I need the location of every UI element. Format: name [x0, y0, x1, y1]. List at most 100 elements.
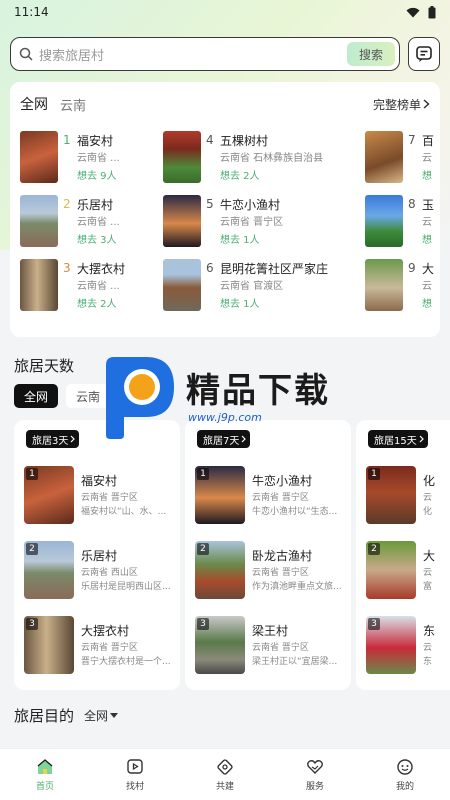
village-region: 云南省 晋宁区: [252, 643, 309, 653]
watermark-url: www.j9p.com: [188, 411, 262, 424]
village-region: 云: [422, 217, 432, 228]
search-input[interactable]: 搜索旅居村 搜索: [10, 37, 400, 71]
days-item[interactable]: 1 化 云 化: [366, 466, 450, 524]
rank-badge: 3: [197, 618, 209, 630]
village-name: 乐居村: [77, 198, 114, 212]
smiley-icon: [397, 758, 413, 775]
tab-home[interactable]: 首页: [15, 749, 75, 800]
want-count: 想去 9人: [77, 171, 117, 182]
days-section-title: 旅居天数: [14, 357, 75, 375]
ranking-header: 全网 云南 完整榜单: [20, 94, 430, 114]
battery-icon: [428, 5, 436, 18]
ranking-item[interactable]: 5 牛恋小渔村 云南省 晋宁区 想去 1人: [163, 195, 313, 247]
village-name: 东: [423, 624, 436, 638]
village-region: 云南省 晋宁区: [220, 217, 284, 228]
village-thumbnail: [20, 259, 58, 311]
days-tag: 旅居3天: [26, 430, 80, 448]
destination-filter-dropdown[interactable]: 全网: [84, 707, 119, 724]
ranking-item[interactable]: 2 乐居村 云南省 ... 想去 3人: [20, 195, 170, 247]
status-icons: [406, 5, 436, 19]
village-desc: 作为滇池畔重点文旅...: [252, 582, 342, 592]
ranking-item[interactable]: 4 五棵树村 云南省 石林彝族自治县 想去 2人: [163, 131, 323, 183]
ranking-item[interactable]: 8 玉 云 想: [365, 195, 440, 247]
rank-badge: 2: [26, 543, 38, 555]
days-tag: 旅居15天: [368, 430, 428, 448]
village-thumbnail: [365, 195, 403, 247]
days-item[interactable]: 2 卧龙古渔村 云南省 晋宁区 作为滇池畔重点文旅...: [195, 541, 345, 599]
search-row: 搜索旅居村 搜索: [10, 37, 440, 71]
village-thumbnail: [163, 259, 201, 311]
bottom-tab-bar: 首页 找村 共建 服务 我的: [0, 748, 450, 800]
village-region: 云: [423, 568, 433, 578]
village-name: 牛恋小渔村: [220, 198, 281, 212]
days-item[interactable]: 3 梁王村 云南省 晋宁区 梁王村正以“宜居梁...: [195, 616, 345, 674]
days-item[interactable]: 3 大摆衣村 云南省 晋宁区 晋宁大摆衣村是一个...: [24, 616, 174, 674]
full-ranking-label: 完整榜单: [372, 97, 421, 112]
ranking-tab-all[interactable]: 全网: [20, 94, 48, 114]
days-card[interactable]: 旅居3天 1 福安村 云南省 晋宁区 福安村以“山、水、... 2 乐居村 云南…: [14, 420, 180, 690]
village-name: 大: [423, 549, 436, 563]
village-desc: 富: [423, 582, 433, 592]
wifi-icon: [406, 7, 420, 17]
village-thumbnail: [163, 131, 201, 183]
days-card[interactable]: 旅居7天 1 牛恋小渔村 云南省 晋宁区 牛恋小渔村以“生态... 2 卧龙古渔…: [185, 420, 351, 690]
rank-number: 8: [408, 197, 416, 211]
message-button[interactable]: [408, 37, 440, 71]
village-name: 牛恋小渔村: [252, 474, 313, 488]
rank-number: 7: [408, 133, 416, 147]
rank-badge: 2: [197, 543, 209, 555]
destination-row: 旅居目的 全网: [14, 705, 119, 726]
tab-service[interactable]: 服务: [285, 749, 345, 800]
home-icon: [37, 758, 53, 774]
tab-profile[interactable]: 我的: [375, 749, 435, 800]
ranking-item[interactable]: 6 昆明花箐社区严家庄 云南省 官渡区 想去 1人: [163, 259, 328, 311]
rank-badge: 2: [368, 543, 380, 555]
village-thumbnail: [365, 131, 403, 183]
village-region: 云: [423, 493, 433, 503]
ranking-item[interactable]: 3 大摆衣村 云南省 ... 想去 2人: [20, 259, 170, 311]
want-count: 想去 2人: [220, 171, 260, 182]
village-name: 梁王村: [252, 624, 289, 638]
want-count: 想: [422, 235, 432, 246]
rank-badge: 3: [368, 618, 380, 630]
want-count: 想去 2人: [77, 299, 117, 310]
village-desc: 福安村以“山、水、...: [81, 507, 167, 517]
days-item[interactable]: 2 乐居村 云南省 西山区 乐居村是昆明西山区...: [24, 541, 174, 599]
tab-service-label: 服务: [305, 781, 324, 792]
ranking-item[interactable]: 9 大 云 想: [365, 259, 440, 311]
filter-chip-all[interactable]: 全网: [14, 384, 59, 408]
rank-number: 4: [206, 133, 214, 147]
village-name: 昆明花箐社区严家庄: [220, 262, 329, 276]
days-item[interactable]: 2 大 云 富: [366, 541, 450, 599]
village-region: 云南省 官渡区: [220, 281, 284, 292]
chevron-right-icon: [419, 435, 424, 443]
village-region: 云南省 晋宁区: [252, 568, 309, 578]
days-item[interactable]: 1 福安村 云南省 晋宁区 福安村以“山、水、...: [24, 466, 174, 524]
rank-number: 9: [408, 261, 416, 275]
want-count: 想: [422, 299, 432, 310]
days-item[interactable]: 1 牛恋小渔村 云南省 晋宁区 牛恋小渔村以“生态...: [195, 466, 345, 524]
full-ranking-link[interactable]: 完整榜单: [373, 96, 430, 113]
tab-find-village[interactable]: 找村: [105, 749, 165, 800]
village-region: 云南省 晋宁区: [252, 493, 309, 503]
ranking-card: 全网 云南 完整榜单 1 福安村 云南省 ... 想去 9人 2 乐居村 云南省…: [10, 82, 440, 337]
village-region: 云: [423, 643, 433, 653]
village-desc: 化: [423, 507, 433, 517]
chevron-right-icon: [70, 435, 76, 443]
search-button[interactable]: 搜索: [346, 42, 395, 66]
days-item[interactable]: 3 东 云 东: [366, 616, 450, 674]
ranking-tab-yunnan[interactable]: 云南: [60, 95, 86, 114]
village-name: 福安村: [81, 474, 118, 488]
village-region: 云南省 石林彝族自治县: [220, 153, 324, 164]
message-icon: [416, 46, 432, 62]
village-name: 福安村: [77, 134, 114, 148]
ranking-item[interactable]: 7 百 云 想: [365, 131, 440, 183]
days-tag-label: 旅居15天: [374, 435, 417, 447]
village-desc: 晋宁大摆衣村是一个...: [81, 657, 171, 667]
ranking-item[interactable]: 1 福安村 云南省 ... 想去 9人: [20, 131, 170, 183]
days-tag-label: 旅居3天: [32, 435, 69, 447]
village-name: 五棵树村: [220, 134, 269, 148]
tab-co-build[interactable]: 共建: [195, 749, 255, 800]
days-card[interactable]: 旅居15天 1 化 云 化 2 大 云 富 3 东 云 东: [356, 420, 450, 690]
watermark: 精品下载 www.j9p.com: [98, 355, 358, 445]
